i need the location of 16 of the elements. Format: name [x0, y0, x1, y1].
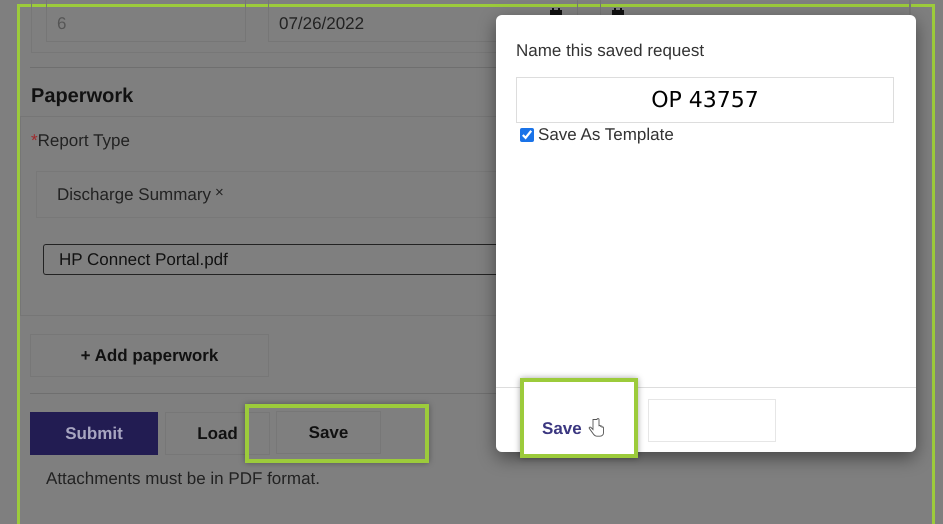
remove-tag-button[interactable]: × — [215, 184, 224, 200]
tag-label: Discharge Summary — [57, 184, 211, 204]
section-title: Paperwork — [31, 85, 134, 108]
field-label: Name this saved request — [516, 41, 706, 61]
action-button[interactable]: Save — [276, 411, 381, 454]
save-button[interactable]: Save — [524, 419, 582, 439]
required-asterisk: * — [31, 131, 38, 151]
checkbox-label: Save As Template — [538, 125, 674, 145]
field-label: Report Type — [38, 131, 130, 151]
action-button[interactable]: Submit — [30, 412, 158, 455]
hand-cursor-icon — [588, 418, 604, 438]
add-paperwork-button[interactable]: + Add paperwork — [30, 334, 269, 377]
note-text: Attachments must be in PDF format. — [46, 469, 321, 489]
name-input-field[interactable]: OP 43757 — [516, 77, 894, 123]
template-checkbox[interactable] — [520, 128, 534, 142]
action-button[interactable]: Load — [165, 412, 270, 455]
